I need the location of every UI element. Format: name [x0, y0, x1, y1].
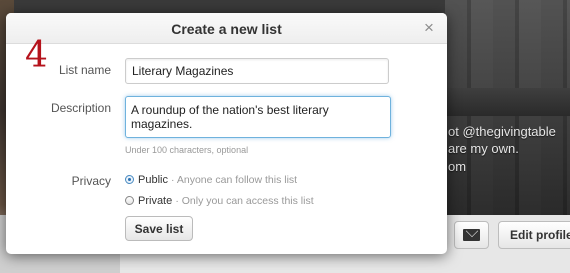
- save-list-button[interactable]: Save list: [125, 216, 193, 241]
- privacy-option-public[interactable]: Public · Anyone can follow this list: [125, 174, 297, 186]
- description-label: Description: [50, 101, 111, 115]
- profile-bio-line-2: are my own.: [448, 141, 519, 156]
- private-radio[interactable]: [125, 196, 134, 205]
- description-hint: Under 100 characters, optional: [125, 145, 249, 155]
- public-option-label: Public: [138, 174, 168, 186]
- public-radio[interactable]: [125, 175, 134, 184]
- public-option-description: · Anyone can follow this list: [171, 174, 298, 186]
- envelope-icon: [463, 229, 480, 241]
- edit-profile-button[interactable]: Edit profile: [498, 221, 570, 249]
- private-option-label: Private: [138, 195, 173, 207]
- list-name-label: List name: [58, 63, 111, 77]
- privacy-label: Privacy: [71, 174, 111, 188]
- create-list-dialog: Create a new list × 4 List name Descript…: [6, 13, 447, 254]
- private-option-description: · Only you can access this list: [175, 195, 314, 207]
- dialog-header: Create a new list ×: [6, 13, 447, 44]
- profile-header-photo: [445, 0, 570, 215]
- list-name-input[interactable]: [125, 58, 389, 84]
- profile-bio-line-1: ot @thegivingtable: [448, 124, 556, 139]
- profile-bio-line-3: om: [448, 159, 467, 174]
- description-textarea[interactable]: A roundup of the nation's best literary …: [125, 96, 391, 138]
- close-icon[interactable]: ×: [420, 18, 438, 38]
- dialog-title: Create a new list: [171, 21, 282, 37]
- privacy-option-private[interactable]: Private · Only you can access this list: [125, 195, 314, 207]
- message-button[interactable]: [454, 221, 489, 249]
